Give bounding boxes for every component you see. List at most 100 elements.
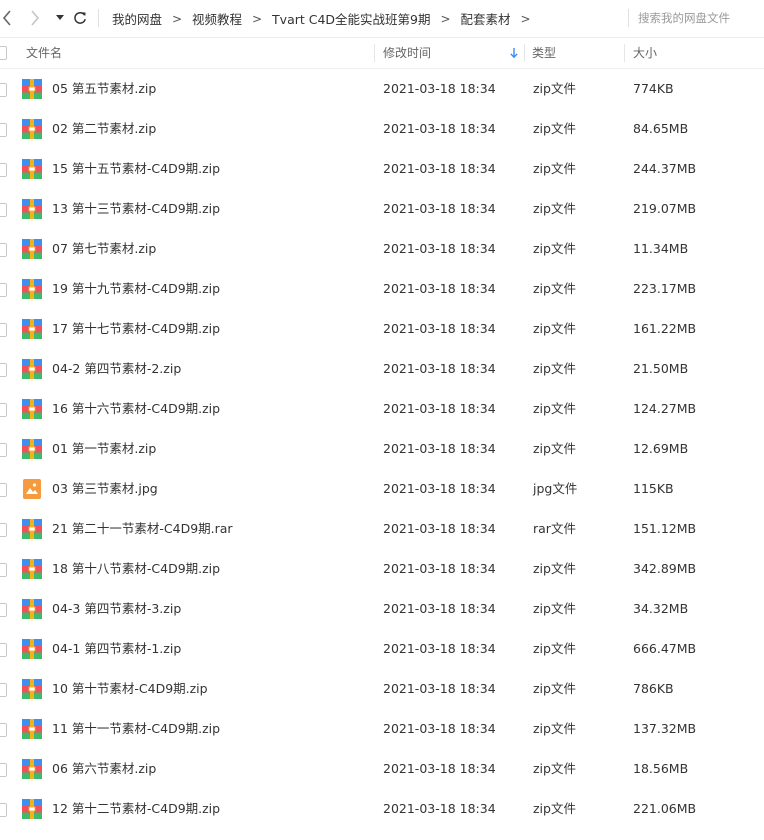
file-name[interactable]: 01 第一节素材.zip xyxy=(52,429,372,469)
archive-icon xyxy=(22,639,42,659)
file-row[interactable]: 02 第二节素材.zip 2021-03-18 18:34 zip文件 84.65MB xyxy=(0,109,764,149)
row-checkbox[interactable] xyxy=(0,83,7,97)
file-row[interactable]: 21 第二十一节素材-C4D9期.rar 2021-03-18 18:34 rar文… xyxy=(0,509,764,549)
file-name[interactable]: 12 第十二节素材-C4D9期.zip xyxy=(52,789,372,829)
breadcrumb-item-my-drive[interactable]: 我的网盘 xyxy=(112,9,162,28)
breadcrumb-arrow-icon[interactable]: > xyxy=(242,12,272,26)
file-row[interactable]: 15 第十五节素材-C4D9期.zip 2021-03-18 18:34 zip文件… xyxy=(0,149,764,189)
file-row[interactable]: 04-1 第四节素材-1.zip 2021-03-18 18:34 zip文件 666… xyxy=(0,629,764,669)
file-name[interactable]: 04-1 第四节素材-1.zip xyxy=(52,629,372,669)
file-name[interactable]: 11 第十一节素材-C4D9期.zip xyxy=(52,709,372,749)
file-row[interactable]: 11 第十一节素材-C4D9期.zip 2021-03-18 18:34 zip文件… xyxy=(0,709,764,749)
file-modified-time: 2021-03-18 18:34 xyxy=(383,561,496,576)
row-checkbox[interactable] xyxy=(0,643,7,657)
file-type: zip文件 xyxy=(533,161,576,176)
file-size: 219.07MB xyxy=(633,201,697,216)
file-name[interactable]: 07 第七节素材.zip xyxy=(52,229,372,269)
row-checkbox[interactable] xyxy=(0,803,7,817)
file-row[interactable]: 06 第六节素材.zip 2021-03-18 18:34 zip文件 18.56MB xyxy=(0,749,764,789)
archive-icon xyxy=(22,239,42,259)
history-dropdown-button[interactable] xyxy=(54,8,66,28)
search-input[interactable] xyxy=(638,9,760,27)
row-checkbox[interactable] xyxy=(0,523,7,537)
column-header-type[interactable]: 类型 xyxy=(532,38,624,68)
back-button[interactable] xyxy=(0,8,14,28)
row-checkbox[interactable] xyxy=(0,163,7,177)
row-checkbox[interactable] xyxy=(0,563,7,577)
breadcrumb-item-course-folder[interactable]: Tvart C4D全能实战班第9期 xyxy=(272,9,430,28)
file-row[interactable]: 05 第五节素材.zip 2021-03-18 18:34 zip文件 774KB xyxy=(0,69,764,109)
row-checkbox[interactable] xyxy=(0,363,7,377)
file-name[interactable]: 06 第六节素材.zip xyxy=(52,749,372,789)
file-row[interactable]: 10 第十节素材-C4D9期.zip 2021-03-18 18:34 zip文件 7… xyxy=(0,669,764,709)
address-divider xyxy=(98,9,99,27)
address-toolbar: 我的网盘 > 视频教程 > Tvart C4D全能实战班第9期 > 配套素材 > xyxy=(0,0,764,38)
file-row[interactable]: 17 第十七节素材-C4D9期.zip 2021-03-18 18:34 zip文件… xyxy=(0,309,764,349)
file-name[interactable]: 04-3 第四节素材-3.zip xyxy=(52,589,372,629)
file-name[interactable]: 10 第十节素材-C4D9期.zip xyxy=(52,669,372,709)
file-size: 11.34MB xyxy=(633,241,689,256)
file-row[interactable]: 16 第十六节素材-C4D9期.zip 2021-03-18 18:34 zip文件… xyxy=(0,389,764,429)
file-size: 84.65MB xyxy=(633,121,689,136)
file-name[interactable]: 18 第十八节素材-C4D9期.zip xyxy=(52,549,372,589)
file-type: zip文件 xyxy=(533,641,576,656)
file-size: 223.17MB xyxy=(633,281,697,296)
file-modified-time: 2021-03-18 18:34 xyxy=(383,401,496,416)
breadcrumb-item-video-tutorials[interactable]: 视频教程 xyxy=(192,9,242,28)
breadcrumb-arrow-icon[interactable]: > xyxy=(511,12,541,26)
forward-button[interactable] xyxy=(28,8,42,28)
breadcrumb-arrow-icon[interactable]: > xyxy=(431,12,461,26)
row-checkbox[interactable] xyxy=(0,723,7,737)
file-type: rar文件 xyxy=(533,521,576,536)
file-row[interactable]: 13 第十三节素材-C4D9期.zip 2021-03-18 18:34 zip文件… xyxy=(0,189,764,229)
file-size: 12.69MB xyxy=(633,441,689,456)
file-row[interactable]: 07 第七节素材.zip 2021-03-18 18:34 zip文件 11.34MB xyxy=(0,229,764,269)
row-checkbox[interactable] xyxy=(0,283,7,297)
file-name[interactable]: 17 第十七节素材-C4D9期.zip xyxy=(52,309,372,349)
file-row[interactable]: 04-2 第四节素材-2.zip 2021-03-18 18:34 zip文件 21.… xyxy=(0,349,764,389)
archive-icon xyxy=(22,519,42,539)
file-size: 161.22MB xyxy=(633,321,697,336)
row-checkbox[interactable] xyxy=(0,443,7,457)
row-checkbox[interactable] xyxy=(0,243,7,257)
file-row[interactable]: 18 第十八节素材-C4D9期.zip 2021-03-18 18:34 zip文件… xyxy=(0,549,764,589)
file-row[interactable]: 03 第三节素材.jpg 2021-03-18 18:34 jpg文件 115KB xyxy=(0,469,764,509)
row-checkbox[interactable] xyxy=(0,763,7,777)
file-size: 221.06MB xyxy=(633,801,697,816)
file-name[interactable]: 05 第五节素材.zip xyxy=(52,69,372,109)
file-modified-time: 2021-03-18 18:34 xyxy=(383,801,496,816)
file-type: zip文件 xyxy=(533,681,576,696)
file-type: zip文件 xyxy=(533,201,576,216)
file-name[interactable]: 21 第二十一节素材-C4D9期.rar xyxy=(52,509,372,549)
column-header-modified[interactable]: 修改时间 xyxy=(383,38,523,68)
file-type: zip文件 xyxy=(533,601,576,616)
file-size: 18.56MB xyxy=(633,761,689,776)
row-checkbox[interactable] xyxy=(0,603,7,617)
file-name[interactable]: 16 第十六节素材-C4D9期.zip xyxy=(52,389,372,429)
row-checkbox[interactable] xyxy=(0,203,7,217)
file-row[interactable]: 04-3 第四节素材-3.zip 2021-03-18 18:34 zip文件 34.… xyxy=(0,589,764,629)
column-header-name[interactable]: 文件名 xyxy=(26,38,372,68)
refresh-button[interactable] xyxy=(72,8,88,28)
file-name[interactable]: 19 第十九节素材-C4D9期.zip xyxy=(52,269,372,309)
row-checkbox[interactable] xyxy=(0,483,7,497)
row-checkbox[interactable] xyxy=(0,683,7,697)
breadcrumb-item-materials[interactable]: 配套素材 xyxy=(461,9,511,28)
select-all-checkbox[interactable] xyxy=(0,46,7,60)
column-header-size[interactable]: 大小 xyxy=(633,38,753,68)
file-row[interactable]: 12 第十二节素材-C4D9期.zip 2021-03-18 18:34 zip文件… xyxy=(0,789,764,829)
breadcrumb-arrow-icon[interactable]: > xyxy=(162,12,192,26)
file-name[interactable]: 15 第十五节素材-C4D9期.zip xyxy=(52,149,372,189)
file-row[interactable]: 01 第一节素材.zip 2021-03-18 18:34 zip文件 12.69MB xyxy=(0,429,764,469)
row-checkbox[interactable] xyxy=(0,323,7,337)
row-checkbox[interactable] xyxy=(0,123,7,137)
sort-descending-icon[interactable] xyxy=(509,47,519,59)
file-name[interactable]: 13 第十三节素材-C4D9期.zip xyxy=(52,189,372,229)
file-name[interactable]: 04-2 第四节素材-2.zip xyxy=(52,349,372,389)
file-size: 21.50MB xyxy=(633,361,689,376)
caret-down-icon xyxy=(56,15,64,20)
file-row[interactable]: 19 第十九节素材-C4D9期.zip 2021-03-18 18:34 zip文件… xyxy=(0,269,764,309)
row-checkbox[interactable] xyxy=(0,403,7,417)
file-name[interactable]: 02 第二节素材.zip xyxy=(52,109,372,149)
file-name[interactable]: 03 第三节素材.jpg xyxy=(52,469,372,509)
